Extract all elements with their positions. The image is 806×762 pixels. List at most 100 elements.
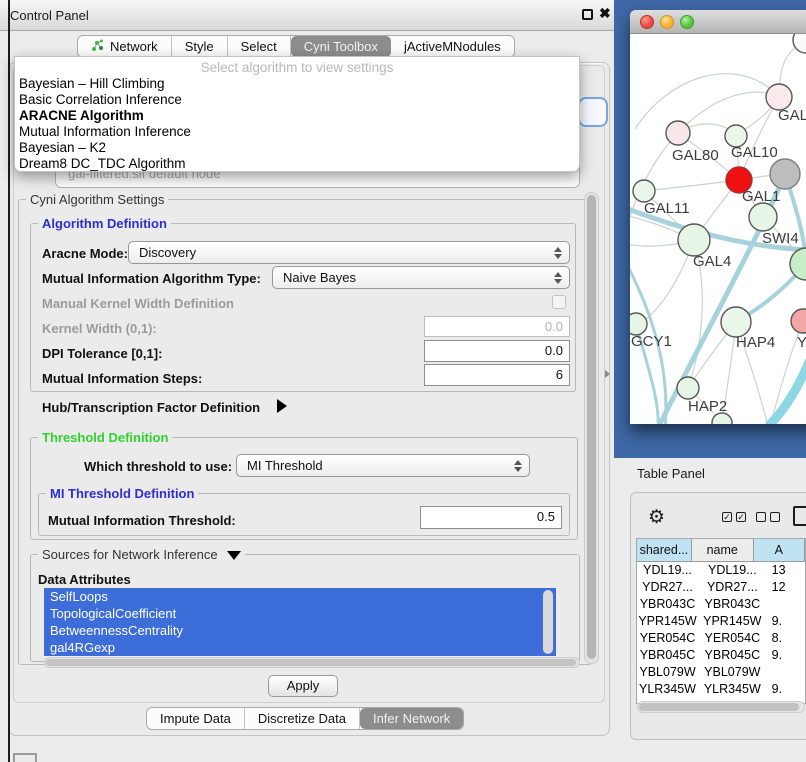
mi-algorithm-type-combo[interactable]: Naive Bayes: [272, 266, 570, 289]
dropdown-placeholder: Select algorithm to view settings: [15, 57, 579, 76]
tab-style[interactable]: Style: [172, 36, 228, 57]
tab-impute-data[interactable]: Impute Data: [147, 708, 245, 729]
table-cell: YDR27...: [698, 579, 767, 596]
document-icon[interactable]: [793, 506, 806, 526]
table-row[interactable]: YDL19...YDL19...13: [637, 562, 805, 579]
aracne-mode-combo[interactable]: Discovery: [128, 241, 570, 264]
tab-discretize-data[interactable]: Discretize Data: [245, 708, 360, 729]
network-window-titlebar: [630, 10, 806, 34]
list-item[interactable]: TopologicalCoefficient: [44, 605, 556, 622]
tab-infer-network[interactable]: Infer Network: [360, 708, 463, 729]
aracne-mode-value: Discovery: [139, 245, 196, 260]
table-cell: [767, 596, 805, 613]
node-label: GAL: [778, 107, 806, 124]
table-row[interactable]: YDR27...YDR27...12: [637, 579, 805, 596]
data-attributes-list[interactable]: SelfLoops TopologicalCoefficient Between…: [44, 588, 556, 656]
dropdown-item[interactable]: Mutual Information Inference: [15, 124, 579, 140]
gene-table[interactable]: shared... name A YDL19...YDL19...13 YDR2…: [636, 538, 806, 704]
list-item[interactable]: SelfLoops: [44, 588, 556, 605]
tab-jactivemnodules[interactable]: jActiveMNodules: [391, 36, 514, 57]
dropdown-item[interactable]: Basic Correlation Inference: [15, 92, 579, 108]
table-row[interactable]: YBR043CYBR043C: [637, 596, 805, 613]
manual-kernel-width-checkbox[interactable]: [552, 295, 566, 309]
tab-label: jActiveMNodules: [404, 39, 501, 54]
which-threshold-combo[interactable]: MI Threshold: [236, 454, 530, 477]
column-header-name[interactable]: name: [692, 539, 754, 561]
checked-checkboxes-icon[interactable]: ✓✓: [722, 512, 746, 522]
list-item[interactable]: gal4RGexp: [44, 639, 556, 656]
tab-network[interactable]: Network: [78, 36, 172, 57]
mi-steps-field[interactable]: 6: [424, 364, 570, 386]
table-row[interactable]: YBL079WYBL079W: [637, 664, 805, 681]
unchecked-checkboxes-icon[interactable]: [756, 512, 780, 522]
which-threshold-value: MI Threshold: [247, 458, 323, 473]
settings-vscrollbar-thumb[interactable]: [587, 195, 596, 659]
mi-threshold-label: Mutual Information Threshold:: [48, 513, 236, 528]
tab-label: Network: [110, 39, 158, 54]
dropdown-item[interactable]: Bayesian – K2: [15, 140, 579, 156]
which-threshold-label: Which threshold to use:: [84, 459, 232, 474]
manual-kernel-width-label: Manual Kernel Width Definition: [42, 296, 234, 311]
table-row[interactable]: YPR145WYPR145W9.: [637, 613, 805, 630]
table-row[interactable]: YLR345WYLR345W9.: [637, 681, 805, 698]
tab-label: Select: [241, 39, 277, 54]
expand-arrow-icon[interactable]: [277, 399, 287, 413]
gear-icon[interactable]: ⚙: [648, 506, 665, 529]
table-cell: 9.: [767, 613, 805, 630]
mi-steps-label: Mutual Information Steps:: [42, 371, 202, 386]
threshold-definition-title: Threshold Definition: [38, 430, 172, 445]
mi-algorithm-type-label: Mutual Information Algorithm Type:: [42, 271, 261, 286]
dpi-tolerance-field[interactable]: 0.0: [424, 340, 570, 362]
settings-hscrollbar-thumb[interactable]: [46, 659, 576, 666]
minimize-traffic-light-icon[interactable]: [660, 15, 674, 29]
dropdown-item-selected[interactable]: ARACNE Algorithm: [15, 108, 579, 124]
dropdown-item[interactable]: Dream8 DC_TDC Algorithm: [15, 156, 579, 172]
node-label: Y: [797, 334, 806, 351]
list-item[interactable]: BetweennessCentrality: [44, 622, 556, 639]
table-cell: YBR043C: [637, 596, 698, 613]
table-cell: YER054C: [698, 630, 767, 647]
dpi-tolerance-label: DPI Tolerance [0,1]:: [42, 346, 162, 361]
table-cell: 12: [767, 579, 805, 596]
collapse-arrow-icon[interactable]: [227, 551, 241, 560]
bottom-tabbar: Impute Data Discretize Data Infer Networ…: [146, 707, 464, 730]
mi-threshold-title: MI Threshold Definition: [46, 486, 198, 501]
close-traffic-light-icon[interactable]: [640, 15, 654, 29]
table-cell: YBR043C: [698, 596, 767, 613]
column-header-clipped[interactable]: A: [754, 539, 805, 561]
tab-label: Discretize Data: [258, 711, 346, 726]
node-label: GCY1: [631, 333, 672, 350]
table-row[interactable]: YBR045CYBR045C9.: [637, 647, 805, 664]
table-row[interactable]: YER054CYER054C8.: [637, 630, 805, 647]
node-label: GAL11: [644, 200, 690, 217]
mi-algorithm-type-value: Naive Bayes: [283, 270, 356, 285]
close-icon[interactable]: ✖: [599, 5, 611, 22]
tab-cyni-toolbox[interactable]: Cyni Toolbox: [291, 36, 391, 57]
stepper-icon: [554, 267, 562, 288]
tab-select[interactable]: Select: [228, 36, 291, 57]
screen: Control Panel ✖ Network Style Select Cyn…: [0, 0, 806, 762]
apply-button[interactable]: Apply: [268, 675, 338, 697]
table-cell: YBR045C: [637, 647, 698, 664]
splitter-arrow-icon[interactable]: [605, 370, 610, 378]
list-scrollbar[interactable]: [543, 590, 553, 654]
node-label: GAL4: [693, 253, 731, 270]
cyni-algorithm-settings-title: Cyni Algorithm Settings: [26, 192, 168, 207]
node-label: HAP2: [688, 398, 727, 415]
zoom-traffic-light-icon[interactable]: [680, 15, 694, 29]
table-hscrollbar-thumb[interactable]: [639, 703, 799, 711]
minimized-panel-icon[interactable]: [13, 753, 37, 762]
mi-threshold-field[interactable]: 0.5: [420, 506, 562, 529]
table-cell: YLR345W: [698, 681, 767, 698]
table-cell: YDL19...: [698, 562, 767, 579]
network-window: GAL GAL80 GAL10 GAL1 GAL11 SWI4 GAL4 GCY…: [630, 10, 806, 424]
kernel-width-field[interactable]: 0.0: [424, 316, 570, 337]
dropdown-item[interactable]: Bayesian – Hill Climbing: [15, 76, 579, 92]
tab-label: Impute Data: [160, 711, 231, 726]
table-panel-title: Table Panel: [637, 466, 705, 481]
network-canvas[interactable]: GAL GAL80 GAL10 GAL1 GAL11 SWI4 GAL4 GCY…: [630, 34, 806, 424]
float-window-icon[interactable]: [582, 9, 593, 20]
hub-definition-label[interactable]: Hub/Transcription Factor Definition: [42, 400, 260, 415]
column-header-shared[interactable]: shared...: [637, 539, 692, 561]
sources-title-text: Sources for Network Inference: [42, 547, 218, 562]
